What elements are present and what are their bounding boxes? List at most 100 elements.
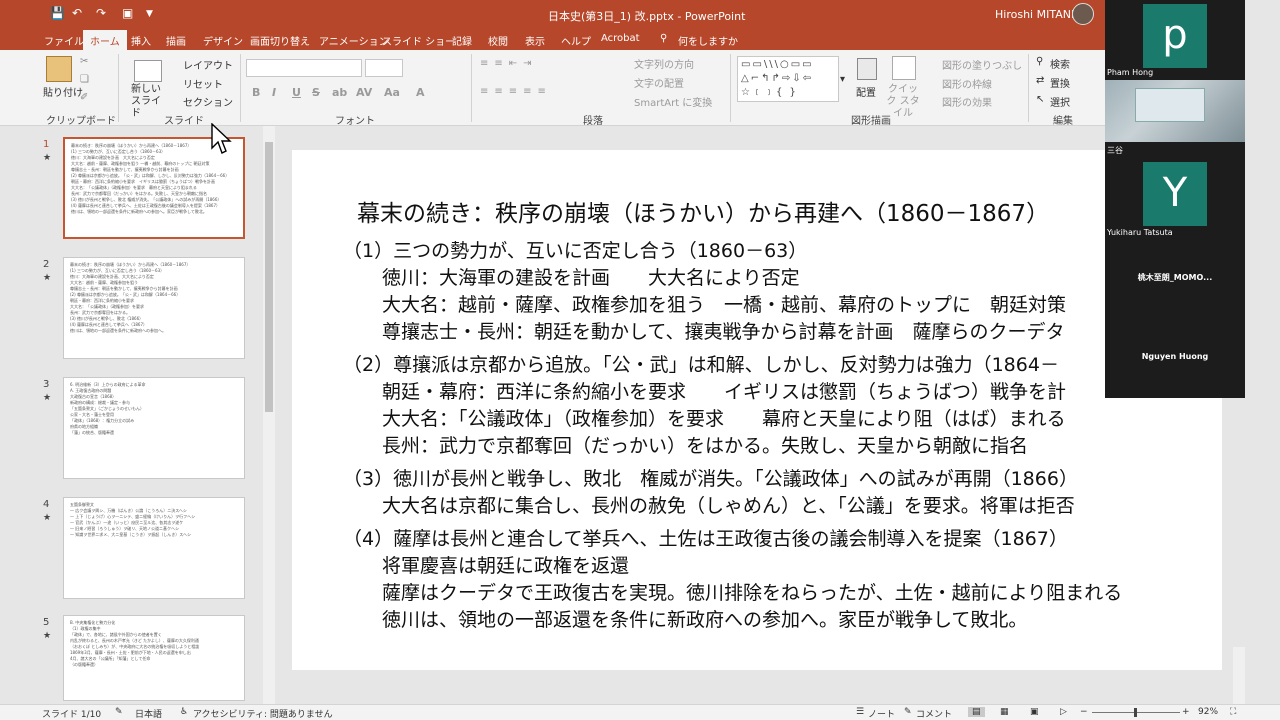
arrange-button[interactable]: 配置 xyxy=(856,84,876,99)
quick-styles-icon[interactable] xyxy=(892,56,916,80)
tab-transitions[interactable]: 画面切り替え xyxy=(250,33,310,48)
save-icon[interactable]: 💾 xyxy=(50,6,65,20)
paste-button[interactable]: 貼り付け xyxy=(43,84,83,99)
tab-animations[interactable]: アニメーション xyxy=(319,33,389,48)
tab-insert[interactable]: 挿入 xyxy=(131,33,151,48)
find-icon[interactable]: ⚲ xyxy=(1036,56,1043,67)
slide-body-line[interactable]: （4）薩摩は長州と連合して挙兵へ、土佐は王政復古後の議会制導入を提案（1867） xyxy=(343,524,1068,551)
shape-outline-button[interactable]: 図形の枠線 xyxy=(942,76,992,91)
slide-thumbnail[interactable]: 五箇条御誓文一 広ク会議ヲ興シ、万機（ばんき）公論（こうろん）ニ決スヘシ一 上下… xyxy=(63,497,245,599)
tab-help[interactable]: ヘルプ xyxy=(561,33,591,48)
slide-body-line[interactable]: 徳川：大海軍の建設を計画 大大名により否定 xyxy=(382,263,800,290)
undo-icon[interactable]: ↶ xyxy=(72,6,82,20)
shapes-more-icon[interactable]: ▾ xyxy=(840,74,845,85)
font-name-combo[interactable] xyxy=(246,59,362,77)
format-painter-icon[interactable]: ✐ xyxy=(80,92,88,103)
select-icon[interactable]: ↖ xyxy=(1036,94,1044,105)
bullets-icon[interactable]: ≡≡⇤⇥ xyxy=(480,58,538,69)
slide-thumbnail[interactable]: 6. 明治維新（3）上からの政府による革命 A. 王政復古政府の問題 大政復古の宣言… xyxy=(63,377,245,479)
select-button[interactable]: 選択 xyxy=(1050,94,1070,109)
paste-icon[interactable] xyxy=(46,56,72,82)
tab-design[interactable]: デザイン xyxy=(203,33,243,48)
new-slide-button[interactable]: 新しい スライド xyxy=(131,84,165,120)
slideshow-view-icon[interactable]: ▷ xyxy=(1060,707,1067,717)
align-text-button[interactable]: 文字の配置 xyxy=(634,75,684,90)
spacing-button[interactable]: AV xyxy=(356,86,372,99)
tab-acrobat[interactable]: Acrobat xyxy=(601,33,640,44)
thumbnail-scrollbar[interactable] xyxy=(263,126,275,704)
text-direction-button[interactable]: 文字列の方向 xyxy=(634,56,694,71)
zoom-slider-thumb[interactable] xyxy=(1134,708,1137,717)
find-button[interactable]: 検索 xyxy=(1050,56,1070,71)
participant-name: Yukiharu Tatsuta xyxy=(1107,228,1173,237)
change-case-button[interactable]: Aa xyxy=(384,86,400,99)
zoom-out-icon[interactable]: − xyxy=(1080,707,1088,717)
strikethrough-button[interactable]: S xyxy=(312,86,320,99)
underline-button[interactable]: U xyxy=(292,86,301,99)
tell-me-box[interactable]: 何をしますか xyxy=(678,33,738,48)
replace-icon[interactable]: ⇄ xyxy=(1036,75,1044,86)
layout-button[interactable]: レイアウト xyxy=(183,57,233,72)
section-button[interactable]: セクション xyxy=(183,94,233,109)
notes-button[interactable]: ノート xyxy=(868,707,895,720)
slide-thumbnail[interactable]: 幕末の続き：秩序の崩壊（ほうかい）から再建へ（1860－1867） (1) 三つの… xyxy=(63,257,245,359)
reading-view-icon[interactable]: ▣ xyxy=(1030,707,1039,717)
smartart-button[interactable]: SmartArt に変換 xyxy=(634,94,712,109)
accessibility-status[interactable]: アクセシビリティ: 問題ありません xyxy=(193,707,333,720)
accessibility-icon[interactable]: ♿ xyxy=(180,707,188,717)
font-size-combo[interactable] xyxy=(365,59,403,77)
slide-body-line[interactable]: 大大名は京都に集合し、長州の赦免（しゃめん）と、「公議」を要求。将軍は拒否 xyxy=(382,491,1075,518)
tab-draw[interactable]: 描画 xyxy=(166,33,186,48)
slide-title[interactable]: 幕末の続き：秩序の崩壊（ほうかい）から再建へ（1860－1867） xyxy=(357,194,1049,228)
slide-body-line[interactable]: 将軍慶喜は朝廷に政権を返還 xyxy=(382,551,629,578)
comments-icon[interactable]: ✎ xyxy=(904,707,912,717)
customize-qat-icon[interactable]: ▼ xyxy=(146,9,153,19)
tab-review[interactable]: 校閲 xyxy=(488,33,508,48)
slide-body-line[interactable]: 薩摩はクーデタで王政復古を実現。徳川排除をねらったが、土佐・越前により阻まれる xyxy=(382,578,1122,605)
user-name[interactable]: Hiroshi MITANI xyxy=(995,8,1074,21)
slide-body-line[interactable]: 長州：武力で京都奪回（だっかい）をはかる。失敗し、天皇から朝敵に指名 xyxy=(382,431,1028,458)
redo-icon[interactable]: ↷ xyxy=(96,6,106,20)
font-color-button[interactable]: A xyxy=(416,86,425,99)
slide-body-line[interactable]: 朝廷・幕府：西洋に条約縮小を要求 イギリスは懲罰（ちょうばつ）戦争を計 xyxy=(382,377,1066,404)
zoom-in-icon[interactable]: + xyxy=(1182,707,1190,717)
slide-body-line[interactable]: （1）三つの勢力が、互いに否定し合う（1860－63） xyxy=(343,236,807,263)
tab-home[interactable]: ホーム xyxy=(83,30,127,50)
user-avatar[interactable] xyxy=(1072,3,1094,25)
language-indicator[interactable]: 日本語 xyxy=(135,707,162,720)
notes-icon[interactable]: ☰ xyxy=(856,707,864,717)
bold-button[interactable]: B xyxy=(252,86,260,99)
slide-body-line[interactable]: （2）尊攘派は京都から追放。「公・武」は和解、しかし、反対勢力は強力（1864－ xyxy=(343,350,1059,377)
align-icon[interactable]: ≡≡≡≡≡ xyxy=(480,86,552,97)
search-icon[interactable]: ⚲ xyxy=(660,33,667,44)
tab-file[interactable]: ファイル xyxy=(44,33,84,48)
zoom-level[interactable]: 92% xyxy=(1198,707,1218,717)
spellcheck-icon[interactable]: ✎ xyxy=(115,707,123,717)
slide-body-line[interactable]: 大大名：越前・薩摩、政権参加を狙う 一橋・越前、幕府のトップに 朝廷対策 xyxy=(382,290,1066,317)
slide-thumbnail[interactable]: B. 中央集権化と勢力分化 （1）政権の集中 「政体」で、各地に、諸侯や外国からの使… xyxy=(63,615,245,701)
slide-body-line[interactable]: （3）徳川が長州と戦争し、敗北 権威が消失。「公議政体」への試みが再開（1866… xyxy=(343,464,1078,491)
italic-button[interactable]: I xyxy=(272,86,276,99)
normal-view-icon[interactable]: ▤ xyxy=(968,707,985,717)
shadow-button[interactable]: ab xyxy=(332,86,347,99)
slide-body-line[interactable]: 尊攘志士・長州：朝廷を動かして、攘夷戦争から討幕を計画 薩摩らのクーデタ xyxy=(382,317,1064,344)
tab-record[interactable]: 記録 xyxy=(452,33,472,48)
slide-body-line[interactable]: 徳川は、領地の一部返還を条件に新政府への参加へ。家臣が戦争して敗北。 xyxy=(382,605,1027,632)
slide-scrollbar[interactable] xyxy=(1233,647,1245,704)
new-slide-icon[interactable] xyxy=(134,60,162,82)
copy-icon[interactable]: ❏ xyxy=(80,74,89,85)
shape-fill-button[interactable]: 図形の塗りつぶし xyxy=(942,57,1022,72)
tab-view[interactable]: 表示 xyxy=(525,33,545,48)
sorter-view-icon[interactable]: ▦ xyxy=(1000,707,1009,717)
fit-to-window-icon[interactable]: ⛶ xyxy=(1230,707,1236,717)
replace-button[interactable]: 置換 xyxy=(1050,75,1070,90)
comments-button[interactable]: コメント xyxy=(916,707,952,720)
shapes-gallery[interactable]: ▭▭\\\○▭▭ △⌐↰↱⇨⇩⇦ ☆﹝﹞{ } xyxy=(737,56,839,102)
shape-effects-button[interactable]: 図形の効果 xyxy=(942,94,992,109)
present-icon[interactable]: ▣ xyxy=(122,6,133,20)
tab-slideshow[interactable]: スライド ショー xyxy=(382,33,455,48)
slide-body-line[interactable]: 大大名：「公議政体」（政権参加）を要求 幕府と天皇により阻（はば）まれる xyxy=(382,404,1066,431)
cut-icon[interactable]: ✂ xyxy=(80,56,88,67)
arrange-icon[interactable] xyxy=(857,58,877,80)
reset-button[interactable]: リセット xyxy=(183,76,223,91)
